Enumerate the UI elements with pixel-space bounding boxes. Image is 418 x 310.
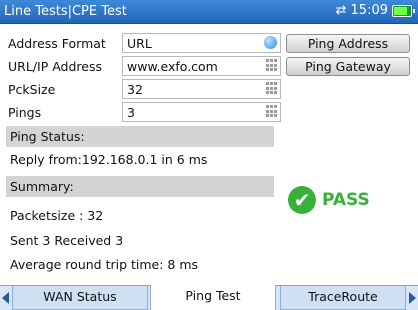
pck-size-label: PckSize <box>8 82 56 97</box>
connection-arrows-icon: ⇄ <box>335 3 347 18</box>
keypad-icon[interactable] <box>266 82 277 95</box>
clock-time: 15:09 <box>350 3 388 18</box>
pass-text: PASS <box>322 190 370 210</box>
ping-form: Address Format URL URL/IP Address www.ex… <box>6 32 281 124</box>
tab-scroll-right-icon[interactable] <box>409 292 416 304</box>
keypad-icon[interactable] <box>266 105 277 118</box>
window-title: Line Tests|CPE Test <box>4 4 127 19</box>
title-bar: Line Tests|CPE Test ⇄ 15:09 <box>0 0 418 24</box>
battery-fill <box>394 6 407 15</box>
check-icon: ✔ <box>288 186 316 214</box>
globe-icon[interactable] <box>264 36 277 49</box>
pck-size-row: PckSize 32 <box>6 78 281 101</box>
pings-value: 3 <box>127 105 135 120</box>
pings-row: Pings 3 <box>6 101 281 124</box>
address-format-select[interactable]: URL <box>122 33 281 53</box>
address-format-row: Address Format URL <box>6 32 281 55</box>
tab-wan-status[interactable]: WAN Status <box>12 286 148 310</box>
url-ip-value: www.exfo.com <box>127 59 218 74</box>
sent-received-text: Sent 3 Received 3 <box>10 233 124 248</box>
pings-label: Pings <box>8 105 42 120</box>
pck-size-value: 32 <box>127 82 143 97</box>
pings-input[interactable]: 3 <box>122 102 281 122</box>
tab-bar: WAN Status Ping Test TraceRoute <box>0 285 418 310</box>
keypad-icon[interactable] <box>266 59 277 72</box>
url-ip-input[interactable]: www.exfo.com <box>122 56 281 76</box>
pck-size-input[interactable]: 32 <box>122 79 281 99</box>
ping-address-button[interactable]: Ping Address <box>286 34 410 53</box>
pass-result: ✔ PASS <box>288 186 370 214</box>
tab-scroll-left-icon[interactable] <box>2 292 9 304</box>
packetsize-text: Packetsize : 32 <box>10 208 104 223</box>
avg-rtt-text: Average round trip time: 8 ms <box>10 257 199 272</box>
url-ip-row: URL/IP Address www.exfo.com <box>6 55 281 78</box>
tab-ping-test[interactable]: Ping Test <box>150 285 276 310</box>
address-format-label: Address Format <box>8 36 106 51</box>
action-buttons: Ping Address Ping Gateway <box>286 34 410 80</box>
summary-header: Summary: <box>6 176 274 197</box>
ping-reply-text: Reply from:192.168.0.1 in 6 ms <box>10 152 208 167</box>
battery-icon <box>392 4 415 17</box>
url-ip-label: URL/IP Address <box>8 59 102 74</box>
tab-traceroute[interactable]: TraceRoute <box>280 286 406 310</box>
ping-status-header: Ping Status: <box>6 126 274 147</box>
ping-gateway-button[interactable]: Ping Gateway <box>286 57 410 76</box>
address-format-value: URL <box>127 36 152 51</box>
status-area: ⇄ 15:09 <box>335 3 415 18</box>
